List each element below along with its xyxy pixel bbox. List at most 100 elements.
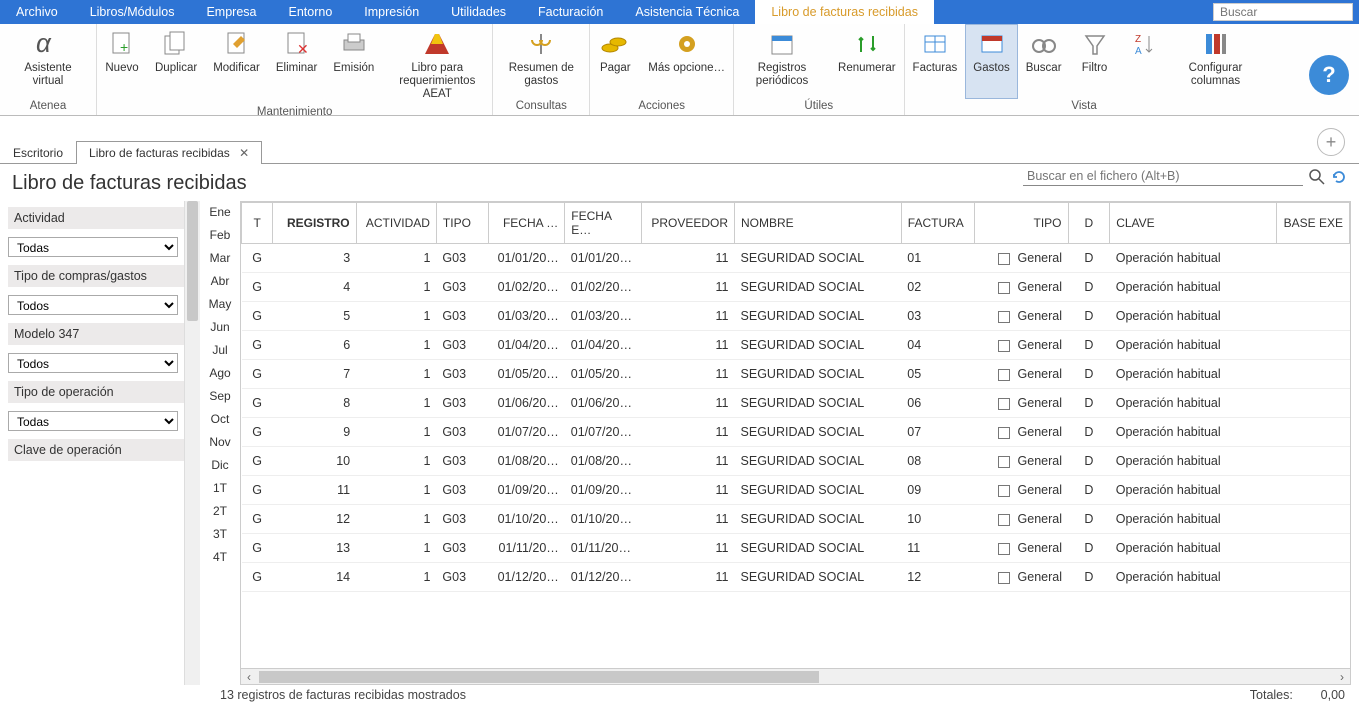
checkbox-icon[interactable] (998, 572, 1010, 584)
filter-actividad-select[interactable]: Todas (8, 237, 178, 257)
cell: 01/05/20… (565, 360, 641, 389)
month-dic[interactable]: Dic (211, 458, 228, 472)
global-search-input[interactable] (1213, 3, 1353, 21)
eliminar-button[interactable]: ✕ Eliminar (268, 24, 326, 105)
filtro-button[interactable]: Filtro (1070, 24, 1120, 99)
close-icon[interactable]: ✕ (239, 146, 249, 160)
mas-opciones-button[interactable]: Más opcione… (640, 24, 733, 99)
month-abr[interactable]: Abr (211, 274, 230, 288)
month-jul[interactable]: Jul (212, 343, 227, 357)
modificar-button[interactable]: Modificar (205, 24, 268, 105)
month-3t[interactable]: 3T (213, 527, 227, 541)
month-2t[interactable]: 2T (213, 504, 227, 518)
checkbox-icon[interactable] (998, 311, 1010, 323)
checkbox-icon[interactable] (998, 543, 1010, 555)
table-row[interactable]: G31G0301/01/20…01/01/20…11SEGURIDAD SOCI… (242, 244, 1350, 273)
renumerar-button[interactable]: Renumerar (830, 24, 904, 99)
month-sep[interactable]: Sep (209, 389, 230, 403)
duplicar-button[interactable]: Duplicar (147, 24, 205, 105)
month-jun[interactable]: Jun (210, 320, 229, 334)
table-row[interactable]: G131G0301/11/20…01/11/20…11SEGURIDAD SOC… (242, 534, 1350, 563)
col-header-7[interactable]: NOMBRE (735, 203, 902, 244)
menu-empresa[interactable]: Empresa (190, 0, 272, 24)
table-row[interactable]: G61G0301/04/20…01/04/20…11SEGURIDAD SOCI… (242, 331, 1350, 360)
checkbox-icon[interactable] (998, 456, 1010, 468)
checkbox-icon[interactable] (998, 427, 1010, 439)
libro-aeat-button[interactable]: Libro para requerimientos AEAT (382, 24, 492, 105)
menu-entorno[interactable]: Entorno (272, 0, 348, 24)
col-header-5[interactable]: FECHA E… (565, 203, 641, 244)
menu-libros[interactable]: Libros/Módulos (74, 0, 191, 24)
resumen-button[interactable]: Resumen de gastos (493, 24, 589, 99)
col-header-1[interactable]: REGISTRO (273, 203, 356, 244)
table-row[interactable]: G71G0301/05/20…01/05/20…11SEGURIDAD SOCI… (242, 360, 1350, 389)
menu-facturacion[interactable]: Facturación (522, 0, 619, 24)
add-button[interactable]: + (1317, 128, 1345, 156)
tab-escritorio[interactable]: Escritorio (0, 141, 76, 164)
table-row[interactable]: G91G0301/07/20…01/07/20…11SEGURIDAD SOCI… (242, 418, 1350, 447)
filter-tipo-op-select[interactable]: Todas (8, 411, 178, 431)
pagar-button[interactable]: Pagar (590, 24, 640, 99)
menu-libro-facturas[interactable]: Libro de facturas recibidas (755, 0, 934, 24)
checkbox-icon[interactable] (998, 282, 1010, 294)
checkbox-icon[interactable] (998, 253, 1010, 265)
menu-impresion[interactable]: Impresión (348, 0, 435, 24)
scroll-right-icon[interactable]: › (1334, 669, 1350, 685)
table-row[interactable]: G111G0301/09/20…01/09/20…11SEGURIDAD SOC… (242, 476, 1350, 505)
col-header-12[interactable]: BASE EXE (1276, 203, 1349, 244)
month-oct[interactable]: Oct (211, 412, 230, 426)
checkbox-icon[interactable] (998, 369, 1010, 381)
month-4t[interactable]: 4T (213, 550, 227, 564)
grid-scroll[interactable]: TREGISTROACTIVIDADTIPOFECHA …FECHA E…PRO… (240, 201, 1351, 669)
gastos-button[interactable]: Gastos (965, 24, 1017, 99)
col-header-4[interactable]: FECHA … (489, 203, 565, 244)
refresh-icon[interactable] (1331, 169, 1347, 185)
horizontal-scrollbar[interactable]: ‹ › (240, 669, 1351, 685)
table-row[interactable]: G101G0301/08/20…01/08/20…11SEGURIDAD SOC… (242, 447, 1350, 476)
menu-asistencia[interactable]: Asistencia Técnica (619, 0, 755, 24)
month-1t[interactable]: 1T (213, 481, 227, 495)
search-file-input[interactable] (1023, 167, 1303, 186)
nuevo-button[interactable]: + Nuevo (97, 24, 147, 105)
asistente-button[interactable]: α Asistente virtual (0, 24, 96, 99)
month-ene[interactable]: Ene (209, 205, 230, 219)
scroll-left-icon[interactable]: ‹ (241, 669, 257, 685)
sidebar-scrollbar[interactable] (184, 201, 200, 685)
month-ago[interactable]: Ago (209, 366, 230, 380)
col-header-2[interactable]: ACTIVIDAD (356, 203, 436, 244)
month-feb[interactable]: Feb (210, 228, 231, 242)
checkbox-icon[interactable] (998, 485, 1010, 497)
table-row[interactable]: G51G0301/03/20…01/03/20…11SEGURIDAD SOCI… (242, 302, 1350, 331)
col-header-10[interactable]: D (1068, 203, 1110, 244)
table-row[interactable]: G81G0301/06/20…01/06/20…11SEGURIDAD SOCI… (242, 389, 1350, 418)
col-header-3[interactable]: TIPO (436, 203, 488, 244)
filter-modelo-select[interactable]: Todos (8, 353, 178, 373)
col-header-11[interactable]: CLAVE (1110, 203, 1277, 244)
table-row[interactable]: G41G0301/02/20…01/02/20…11SEGURIDAD SOCI… (242, 273, 1350, 302)
month-may[interactable]: May (209, 297, 232, 311)
search-icon[interactable] (1309, 169, 1325, 185)
facturas-button[interactable]: Facturas (905, 24, 966, 99)
buscar-button[interactable]: Buscar (1018, 24, 1070, 99)
col-header-6[interactable]: PROVEEDOR (641, 203, 734, 244)
col-header-8[interactable]: FACTURA (901, 203, 974, 244)
checkbox-icon[interactable] (998, 340, 1010, 352)
menu-utilidades[interactable]: Utilidades (435, 0, 522, 24)
tab-libro-facturas[interactable]: Libro de facturas recibidas ✕ (76, 141, 262, 164)
emision-button[interactable]: Emisión (325, 24, 382, 105)
table-row[interactable]: G141G0301/12/20…01/12/20…11SEGURIDAD SOC… (242, 563, 1350, 592)
table-row[interactable]: G121G0301/10/20…01/10/20…11SEGURIDAD SOC… (242, 505, 1350, 534)
col-header-0[interactable]: T (242, 203, 273, 244)
registros-button[interactable]: Registros periódicos (734, 24, 830, 99)
menu-archivo[interactable]: Archivo (0, 0, 74, 24)
col-header-9[interactable]: TIPO (974, 203, 1068, 244)
checkbox-icon[interactable] (998, 398, 1010, 410)
configurar-button[interactable]: Configurar columnas (1168, 24, 1264, 99)
filter-tipo-compras-select[interactable]: Todos (8, 295, 178, 315)
checkbox-icon[interactable] (998, 514, 1010, 526)
ordenar-button[interactable]: ZA (1120, 24, 1168, 99)
month-nov[interactable]: Nov (209, 435, 230, 449)
month-mar[interactable]: Mar (210, 251, 231, 265)
help-button[interactable]: ? (1309, 55, 1349, 95)
cell: 01/10/20… (565, 505, 641, 534)
